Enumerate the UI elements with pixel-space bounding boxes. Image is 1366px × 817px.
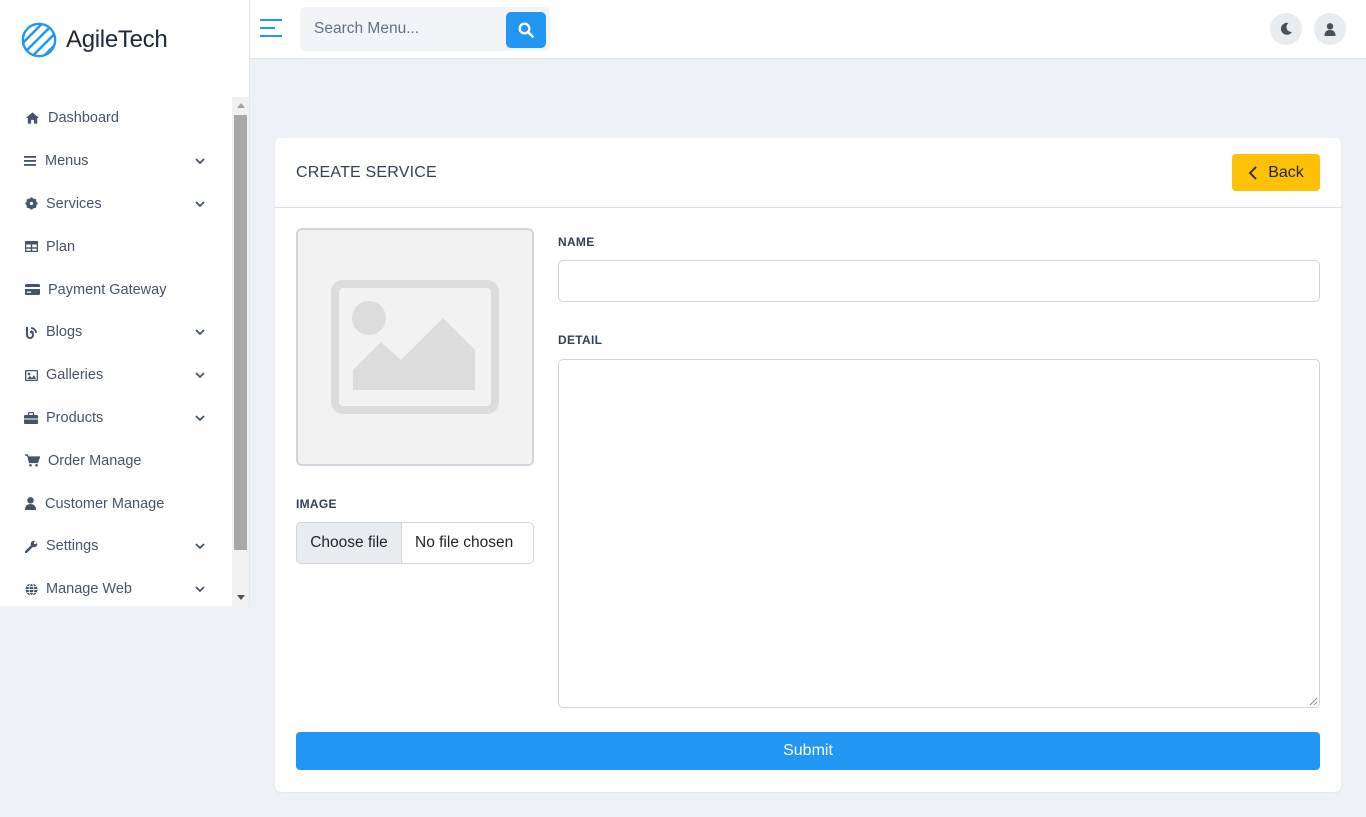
sidebar-item-payment-gateway[interactable]: Payment Gateway: [0, 268, 232, 311]
user-icon: [24, 496, 37, 512]
sidebar-item-label: Dashboard: [48, 110, 119, 127]
sidebar-item-blogs[interactable]: Blogs: [0, 311, 232, 354]
home-icon: [24, 110, 40, 126]
submit-button[interactable]: Submit: [296, 732, 1320, 770]
chevron-down-icon: [195, 586, 205, 593]
sidebar-item-settings[interactable]: Settings: [0, 525, 232, 568]
blog-icon: [24, 324, 38, 340]
detail-textarea[interactable]: [558, 359, 1320, 708]
sidebar-item-label: Galleries: [46, 367, 104, 384]
sidebar-item-galleries[interactable]: Galleries: [0, 354, 232, 397]
gear-icon: [24, 196, 38, 212]
sidebar-item-menus[interactable]: Menus: [0, 140, 232, 183]
sidebar-item-dashboard[interactable]: Dashboard: [0, 97, 232, 140]
briefcase-icon: [24, 410, 38, 426]
sidebar-item-manage-web[interactable]: Manage Web: [0, 568, 232, 606]
sidebar-item-customer-manage[interactable]: Customer Manage: [0, 482, 232, 525]
sidebar-item-order-manage[interactable]: Order Manage: [0, 439, 232, 482]
sidebar-item-label: Products: [46, 409, 104, 426]
sidebar-item-label: Settings: [46, 538, 99, 555]
sidebar: AgileTech Dashboard Menus Services Plan …: [0, 0, 250, 606]
page-title: CREATE SERVICE: [296, 164, 437, 181]
sidebar-item-label: Menus: [45, 153, 89, 170]
topbar: [250, 0, 1366, 59]
back-button-label: Back: [1268, 163, 1304, 181]
brand-name: AgileTech: [66, 26, 168, 53]
chevron-down-icon: [195, 329, 205, 336]
moon-icon: [1280, 22, 1292, 35]
file-status: No file chosen: [415, 534, 514, 551]
sidebar-item-label: Plan: [46, 238, 76, 255]
image-icon: [24, 367, 38, 383]
chevron-left-icon: [1248, 165, 1257, 180]
theme-toggle-button[interactable]: [1270, 13, 1302, 45]
scrollbar-thumb[interactable]: [234, 115, 247, 550]
create-service-card: CREATE SERVICE Back IMAGE Choose file No…: [275, 138, 1341, 792]
list-icon: [24, 153, 36, 169]
brand-logo-icon: [21, 22, 57, 58]
image-placeholder-icon: [331, 280, 499, 414]
sidebar-item-plan[interactable]: Plan: [0, 225, 232, 268]
cart-icon: [24, 453, 40, 469]
image-file-input[interactable]: Choose file No file chosen: [296, 522, 534, 564]
sidebar-item-services[interactable]: Services: [0, 183, 232, 226]
resize-handle-icon[interactable]: [1309, 697, 1318, 706]
hamburger-menu-icon[interactable]: [260, 18, 282, 38]
sidebar-item-label: Payment Gateway: [48, 281, 167, 298]
chevron-down-icon: [195, 158, 205, 165]
chevron-down-icon: [195, 201, 205, 208]
credit-card-icon: [24, 282, 40, 298]
image-preview: [296, 228, 534, 466]
choose-file-button[interactable]: Choose file: [297, 523, 402, 563]
search-button[interactable]: [506, 12, 546, 48]
search-box: [300, 7, 550, 51]
chevron-down-icon: [195, 415, 205, 422]
sidebar-item-products[interactable]: Products: [0, 397, 232, 440]
detail-label: DETAIL: [558, 333, 603, 347]
side-nav: Dashboard Menus Services Plan Payment Ga…: [0, 97, 232, 606]
name-label: NAME: [558, 235, 595, 249]
scroll-down-arrow-icon[interactable]: [232, 589, 249, 606]
scroll-up-arrow-icon[interactable]: [232, 97, 249, 114]
name-field[interactable]: [558, 260, 1320, 302]
sidebar-scrollbar[interactable]: [232, 97, 249, 606]
sidebar-item-label: Blogs: [46, 324, 83, 341]
table-icon: [24, 239, 38, 255]
user-icon: [1324, 22, 1336, 36]
search-icon: [518, 22, 534, 38]
brand[interactable]: AgileTech: [0, 0, 249, 80]
chevron-down-icon: [195, 543, 205, 550]
sidebar-item-label: Customer Manage: [45, 495, 165, 512]
back-button[interactable]: Back: [1232, 154, 1320, 191]
search-input[interactable]: [300, 7, 505, 51]
user-menu-button[interactable]: [1314, 13, 1346, 45]
image-label: IMAGE: [296, 497, 337, 511]
chevron-down-icon: [195, 372, 205, 379]
sidebar-item-label: Services: [46, 195, 102, 212]
card-header: CREATE SERVICE Back: [275, 138, 1341, 208]
sidebar-item-label: Order Manage: [48, 452, 142, 469]
sidebar-item-label: Manage Web: [46, 581, 132, 598]
globe-icon: [24, 581, 38, 597]
wrench-icon: [24, 538, 38, 554]
